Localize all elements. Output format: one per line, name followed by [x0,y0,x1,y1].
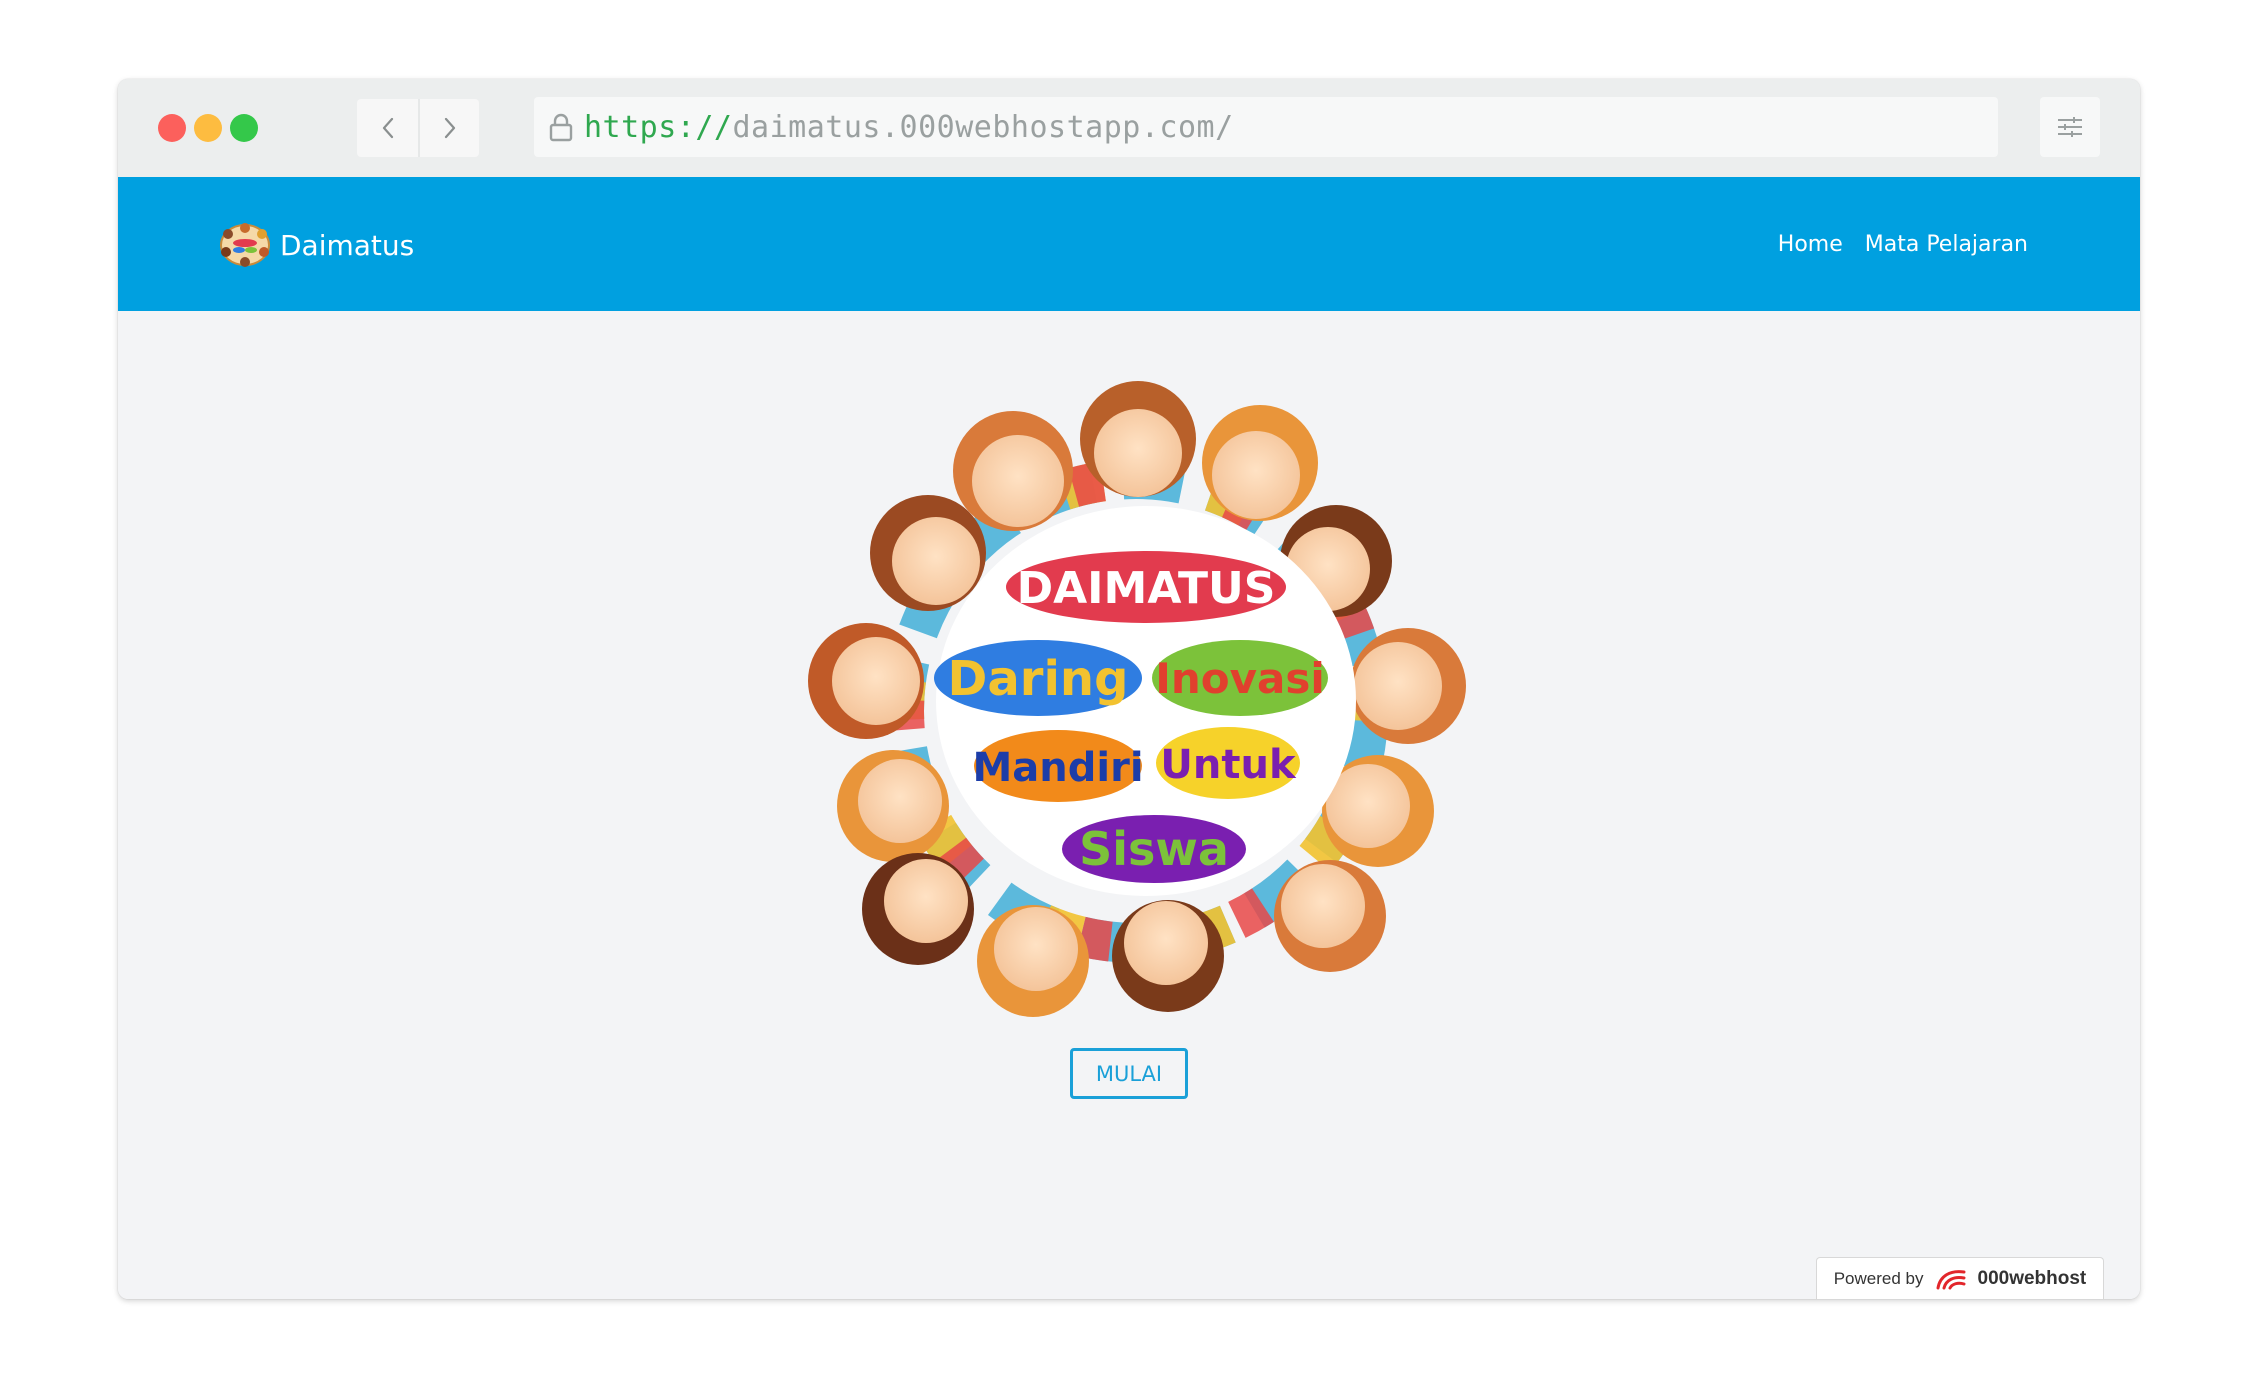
browser-window: https://daimatus.000webhostapp.com/ Daim… [118,79,2140,1299]
settings-button[interactable] [2040,97,2100,157]
url-text: https://daimatus.000webhostapp.com/ [584,110,1234,145]
word-pill-daring: Daring [934,640,1142,716]
lock-icon [548,112,574,142]
minimize-window-button[interactable] [194,114,222,142]
powered-by-label: Powered by [1833,1268,1924,1288]
url-host: daimatus.000webhostapp.com/ [732,109,1234,145]
chevron-left-icon [382,117,393,139]
word-inovasi: Inovasi [1155,654,1325,703]
sliders-icon [2058,117,2082,137]
word-siswa: Siswa [1079,822,1229,876]
maximize-window-button[interactable] [230,114,258,142]
browser-toolbar: https://daimatus.000webhostapp.com/ [118,79,2140,177]
chevron-right-icon [444,117,455,139]
title-pill: DAIMATUS [1006,551,1286,623]
word-pill-inovasi: Inovasi [1152,640,1328,716]
url-scheme: https:// [584,109,733,145]
close-window-button[interactable] [158,114,186,142]
word-pill-siswa: Siswa [1062,815,1246,883]
nav-home-link[interactable]: Home [1778,232,1843,257]
forward-button[interactable] [418,99,479,157]
address-bar[interactable]: https://daimatus.000webhostapp.com/ [534,97,1998,157]
word-mandiri: Mandiri [972,745,1143,791]
brand-logo [220,223,270,267]
hero-title: DAIMATUS [1017,563,1276,614]
word-pill-untuk: Untuk [1156,727,1300,799]
word-untuk: Untuk [1160,742,1297,788]
site-navbar: Daimatus Home Mata Pelajaran [118,177,2140,311]
brand-name: Daimatus [280,228,415,262]
word-daring: Daring [948,651,1129,707]
word-pill-mandiri: Mandiri [972,730,1144,802]
powered-by-badge[interactable]: Powered by 000webhost [1816,1257,2104,1299]
nav-links: Home Mata Pelajaran [1778,177,2028,311]
nav-mata-pelajaran-link[interactable]: Mata Pelajaran [1865,232,2028,257]
history-nav [357,99,479,157]
start-button[interactable]: MULAI [1070,1048,1188,1099]
main-content: DAIMATUS Daring Inovasi Mandiri Untuk Si… [118,311,2140,1299]
back-button[interactable] [357,99,418,157]
brand-link[interactable]: Daimatus [218,222,414,268]
hero-illustration: DAIMATUS Daring Inovasi Mandiri Untuk Si… [808,381,1466,1017]
webhost-logo-icon [1936,1269,1965,1289]
host-name: 000webhost [1977,1267,2087,1289]
